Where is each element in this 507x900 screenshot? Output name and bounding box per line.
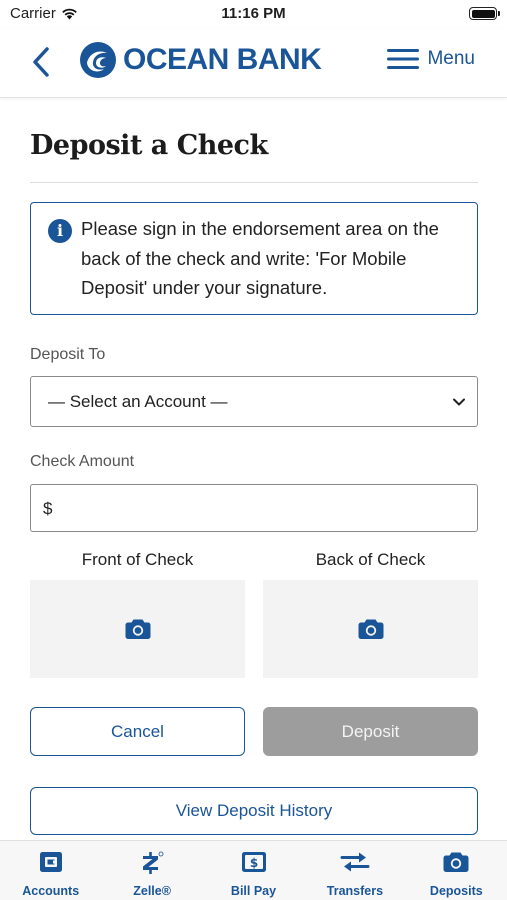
account-select[interactable]: — Select an Account — [30,376,478,427]
deposit-to-label: Deposit To [30,346,106,363]
front-of-check-label: Front of Check [81,550,194,569]
camera-icon [358,619,383,639]
svg-text:$: $ [249,856,257,870]
bank-logo: OCEAN BANK [79,41,322,79]
cancel-button[interactable]: Cancel [30,707,245,756]
bank-name: OCEAN BANK [123,43,322,76]
bill-pay-icon: $ [241,852,266,872]
page-title: Deposit a Check [30,130,268,161]
back-of-check-capture[interactable] [263,580,478,678]
zelle-icon [143,851,164,874]
wave-logo-icon [80,42,116,78]
hamburger-menu-icon [387,49,420,69]
tab-deposits-label: Deposits [429,884,483,898]
menu-label: Menu [427,48,475,69]
tab-zelle[interactable]: Zelle® [101,841,202,900]
currency-prefix: $ [43,499,53,518]
menu-button[interactable]: Menu [387,48,475,70]
tab-bill-pay-label: Bill Pay [230,884,277,898]
status-bar: Carrier 11:16 PM [0,0,507,28]
check-amount-label: Check Amount [30,453,135,470]
deposit-button[interactable]: Deposit [263,707,478,756]
accounts-icon [39,852,62,872]
endorsement-notice: i Please sign in the endorsement area on… [30,202,478,315]
tab-accounts[interactable]: Accounts [0,841,101,900]
endorsement-notice-text: Please sign in the endorsement area on t… [81,218,439,298]
back-of-check-label: Back of Check [315,550,426,569]
info-icon: i [48,219,72,243]
camera-icon [125,619,150,639]
tab-transfers-label: Transfers [326,884,384,898]
back-button[interactable] [26,44,56,80]
transfers-icon [340,852,370,872]
tab-zelle-label: Zelle® [133,884,171,898]
check-amount-input[interactable]: $ [30,484,478,532]
tab-transfers[interactable]: Transfers [304,841,405,900]
chevron-down-icon [453,398,465,406]
chevron-left-icon [33,47,49,77]
title-divider [30,182,478,183]
account-select-value: — Select an Account — [48,392,228,411]
tab-bill-pay[interactable]: $ Bill Pay [203,841,304,900]
front-of-check-capture[interactable] [30,580,245,678]
app-header: OCEAN BANK Menu [0,28,507,98]
bottom-tab-bar: Accounts Zelle® $ Bill Pay Transfers Dep… [0,840,507,900]
clock: 11:16 PM [221,5,286,22]
view-deposit-history-button[interactable]: View Deposit History [30,787,478,835]
tab-accounts-label: Accounts [22,884,80,898]
battery-icon [469,7,500,20]
tab-deposits[interactable]: Deposits [406,841,507,900]
deposits-icon [443,852,469,872]
